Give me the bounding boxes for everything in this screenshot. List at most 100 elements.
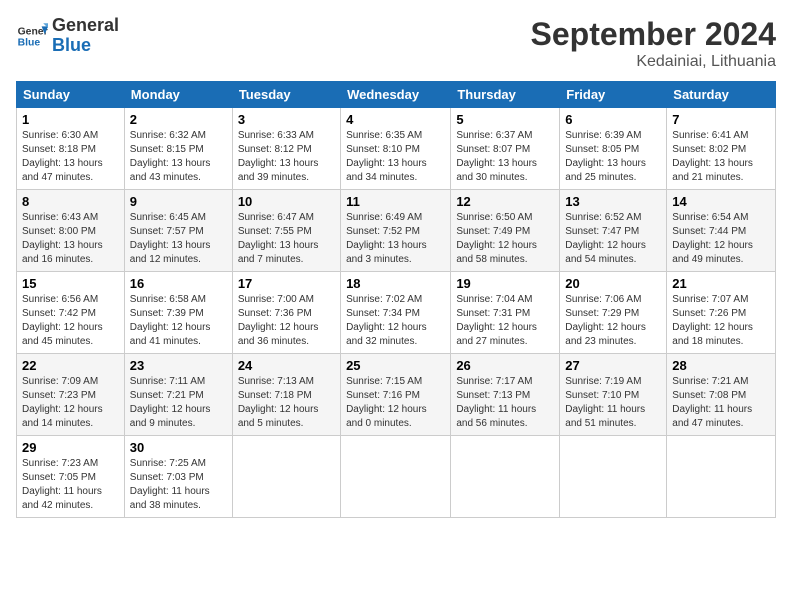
calendar-cell [667, 436, 776, 518]
calendar-cell: 19 Sunrise: 7:04 AM Sunset: 7:31 PM Dayli… [451, 272, 560, 354]
header: General Blue General Blue September 2024… [16, 16, 776, 71]
day-number: 13 [565, 194, 661, 209]
calendar-cell: 10 Sunrise: 6:47 AM Sunset: 7:55 PM Dayli… [232, 190, 340, 272]
day-detail: Sunrise: 7:13 AM Sunset: 7:18 PM Dayligh… [238, 375, 335, 431]
day-number: 12 [456, 194, 554, 209]
day-detail: Sunrise: 6:32 AM Sunset: 8:15 PM Dayligh… [130, 129, 227, 185]
day-detail: Sunrise: 6:35 AM Sunset: 8:10 PM Dayligh… [346, 129, 445, 185]
day-number: 5 [456, 112, 554, 127]
day-detail: Sunrise: 7:09 AM Sunset: 7:23 PM Dayligh… [22, 375, 119, 431]
day-detail: Sunrise: 6:43 AM Sunset: 8:00 PM Dayligh… [22, 211, 119, 267]
day-number: 1 [22, 112, 119, 127]
day-number: 20 [565, 276, 661, 291]
calendar-cell: 16 Sunrise: 6:58 AM Sunset: 7:39 PM Dayli… [124, 272, 232, 354]
page: General Blue General Blue September 2024… [0, 0, 792, 612]
day-number: 4 [346, 112, 445, 127]
calendar-cell: 13Sunrise: 6:52 AM Sunset: 7:47 PM Dayli… [560, 190, 667, 272]
day-detail: Sunrise: 7:15 AM Sunset: 7:16 PM Dayligh… [346, 375, 445, 431]
calendar-cell: 25Sunrise: 7:15 AM Sunset: 7:16 PM Dayli… [341, 354, 451, 436]
col-tuesday: Tuesday [232, 82, 340, 108]
calendar-cell: 14 Sunrise: 6:54 AM Sunset: 7:44 PM Dayli… [667, 190, 776, 272]
calendar-cell: 6 Sunrise: 6:39 AM Sunset: 8:05 PM Daylig… [560, 108, 667, 190]
day-number: 15 [22, 276, 119, 291]
day-detail: Sunrise: 7:23 AM Sunset: 7:05 PM Dayligh… [22, 457, 119, 513]
day-number: 18 [346, 276, 445, 291]
week-row-5: 29 Sunrise: 7:23 AM Sunset: 7:05 PM Dayli… [17, 436, 776, 518]
logo-line1: General [52, 16, 119, 36]
day-number: 11 [346, 194, 445, 209]
day-number: 30 [130, 440, 227, 455]
logo-line2: Blue [52, 35, 91, 55]
day-number: 19 [456, 276, 554, 291]
calendar-cell [560, 436, 667, 518]
logo-icon: General Blue [16, 20, 48, 52]
day-detail: Sunrise: 6:56 AM Sunset: 7:42 PM Dayligh… [22, 293, 119, 349]
day-number: 26 [456, 358, 554, 373]
day-number: 7 [672, 112, 770, 127]
day-detail: Sunrise: 6:50 AM Sunset: 7:49 PM Dayligh… [456, 211, 554, 267]
day-number: 14 [672, 194, 770, 209]
day-detail: Sunrise: 6:37 AM Sunset: 8:07 PM Dayligh… [456, 129, 554, 185]
day-detail: Sunrise: 7:02 AM Sunset: 7:34 PM Dayligh… [346, 293, 445, 349]
day-detail: Sunrise: 6:54 AM Sunset: 7:44 PM Dayligh… [672, 211, 770, 267]
day-number: 23 [130, 358, 227, 373]
day-number: 10 [238, 194, 335, 209]
day-number: 8 [22, 194, 119, 209]
calendar-table: Sunday Monday Tuesday Wednesday Thursday… [16, 81, 776, 518]
day-detail: Sunrise: 7:21 AM Sunset: 7:08 PM Dayligh… [672, 375, 770, 431]
day-detail: Sunrise: 6:33 AM Sunset: 8:12 PM Dayligh… [238, 129, 335, 185]
calendar-cell: 17 Sunrise: 7:00 AM Sunset: 7:36 PM Dayli… [232, 272, 340, 354]
day-number: 3 [238, 112, 335, 127]
calendar-cell: 1 Sunrise: 6:30 AM Sunset: 8:18 PM Daylig… [17, 108, 125, 190]
day-detail: Sunrise: 7:19 AM Sunset: 7:10 PM Dayligh… [565, 375, 661, 431]
logo-text: General Blue [52, 16, 119, 56]
col-friday: Friday [560, 82, 667, 108]
calendar-cell: 8 Sunrise: 6:43 AM Sunset: 8:00 PM Daylig… [17, 190, 125, 272]
day-detail: Sunrise: 7:25 AM Sunset: 7:03 PM Dayligh… [130, 457, 227, 513]
calendar-cell: 11 Sunrise: 6:49 AM Sunset: 7:52 PM Dayli… [341, 190, 451, 272]
day-detail: Sunrise: 6:47 AM Sunset: 7:55 PM Dayligh… [238, 211, 335, 267]
month-title: September 2024 [531, 16, 776, 53]
calendar-cell: 30 Sunrise: 7:25 AM Sunset: 7:03 PM Dayli… [124, 436, 232, 518]
calendar-cell: 26 Sunrise: 7:17 AM Sunset: 7:13 PM Dayli… [451, 354, 560, 436]
day-detail: Sunrise: 7:06 AM Sunset: 7:29 PM Dayligh… [565, 293, 661, 349]
calendar-cell: 9 Sunrise: 6:45 AM Sunset: 7:57 PM Daylig… [124, 190, 232, 272]
logo: General Blue General Blue [16, 16, 119, 56]
day-number: 6 [565, 112, 661, 127]
day-detail: Sunrise: 6:30 AM Sunset: 8:18 PM Dayligh… [22, 129, 119, 185]
calendar-cell: 28Sunrise: 7:21 AM Sunset: 7:08 PM Dayli… [667, 354, 776, 436]
col-thursday: Thursday [451, 82, 560, 108]
week-row-4: 22Sunrise: 7:09 AM Sunset: 7:23 PM Dayli… [17, 354, 776, 436]
day-detail: Sunrise: 6:39 AM Sunset: 8:05 PM Dayligh… [565, 129, 661, 185]
calendar-cell: 29 Sunrise: 7:23 AM Sunset: 7:05 PM Dayli… [17, 436, 125, 518]
calendar-cell: 27Sunrise: 7:19 AM Sunset: 7:10 PM Dayli… [560, 354, 667, 436]
day-detail: Sunrise: 7:00 AM Sunset: 7:36 PM Dayligh… [238, 293, 335, 349]
day-number: 29 [22, 440, 119, 455]
day-number: 2 [130, 112, 227, 127]
day-detail: Sunrise: 6:45 AM Sunset: 7:57 PM Dayligh… [130, 211, 227, 267]
day-detail: Sunrise: 7:04 AM Sunset: 7:31 PM Dayligh… [456, 293, 554, 349]
day-detail: Sunrise: 6:41 AM Sunset: 8:02 PM Dayligh… [672, 129, 770, 185]
day-number: 17 [238, 276, 335, 291]
day-number: 16 [130, 276, 227, 291]
day-detail: Sunrise: 7:07 AM Sunset: 7:26 PM Dayligh… [672, 293, 770, 349]
calendar-cell: 18 Sunrise: 7:02 AM Sunset: 7:34 PM Dayli… [341, 272, 451, 354]
header-row: Sunday Monday Tuesday Wednesday Thursday… [17, 82, 776, 108]
calendar-cell: 4 Sunrise: 6:35 AM Sunset: 8:10 PM Daylig… [341, 108, 451, 190]
location: Kedainiai, Lithuania [531, 53, 776, 71]
day-detail: Sunrise: 6:49 AM Sunset: 7:52 PM Dayligh… [346, 211, 445, 267]
col-saturday: Saturday [667, 82, 776, 108]
week-row-2: 8 Sunrise: 6:43 AM Sunset: 8:00 PM Daylig… [17, 190, 776, 272]
calendar-cell: 21Sunrise: 7:07 AM Sunset: 7:26 PM Dayli… [667, 272, 776, 354]
calendar-cell [451, 436, 560, 518]
day-number: 24 [238, 358, 335, 373]
calendar-cell: 15 Sunrise: 6:56 AM Sunset: 7:42 PM Dayli… [17, 272, 125, 354]
day-number: 9 [130, 194, 227, 209]
day-detail: Sunrise: 6:58 AM Sunset: 7:39 PM Dayligh… [130, 293, 227, 349]
day-detail: Sunrise: 7:17 AM Sunset: 7:13 PM Dayligh… [456, 375, 554, 431]
col-wednesday: Wednesday [341, 82, 451, 108]
calendar-cell [232, 436, 340, 518]
title-block: September 2024 Kedainiai, Lithuania [531, 16, 776, 71]
calendar-cell [341, 436, 451, 518]
calendar-cell: 23Sunrise: 7:11 AM Sunset: 7:21 PM Dayli… [124, 354, 232, 436]
